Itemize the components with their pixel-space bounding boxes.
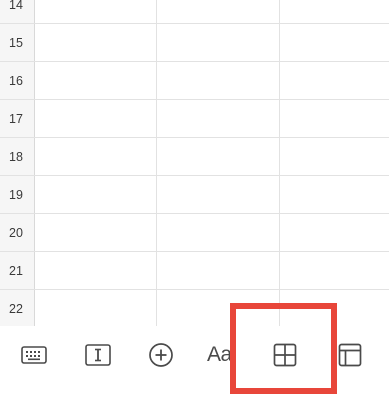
bottom-toolbar: Aa: [0, 326, 389, 407]
table-button[interactable]: [267, 338, 303, 372]
table-row[interactable]: 21: [0, 252, 389, 290]
text-input-button[interactable]: [80, 338, 116, 372]
table-row[interactable]: 19: [0, 176, 389, 214]
table-row[interactable]: 20: [0, 214, 389, 252]
table-row[interactable]: 17: [0, 100, 389, 138]
row-number: 18: [9, 149, 23, 164]
text-cursor-icon: [85, 344, 111, 366]
row-number: 17: [9, 111, 23, 126]
add-circle-icon: [149, 343, 173, 367]
keyboard-button[interactable]: [16, 338, 52, 372]
row-number: 14: [9, 0, 23, 12]
spreadsheet-grid[interactable]: 14 15 16 17 18 19 20 21 22: [0, 0, 389, 326]
keyboard-icon: [21, 346, 47, 364]
table-row[interactable]: 18: [0, 138, 389, 176]
row-number: 21: [9, 263, 23, 278]
insert-button[interactable]: [143, 338, 179, 372]
text-format-button[interactable]: Aa: [207, 338, 239, 372]
table-row[interactable]: 14: [0, 0, 389, 24]
table-row[interactable]: 15: [0, 24, 389, 62]
row-number: 19: [9, 187, 23, 202]
table-row[interactable]: 16: [0, 62, 389, 100]
row-number: 20: [9, 225, 23, 240]
table-layout-icon: [338, 343, 362, 367]
row-number: 16: [9, 73, 23, 88]
table-grid-icon: [273, 343, 297, 367]
row-number: 15: [9, 35, 23, 50]
table-row[interactable]: 22: [0, 290, 389, 326]
text-format-icon: Aa: [207, 343, 232, 366]
table-layout-button[interactable]: [332, 338, 368, 372]
row-number: 22: [9, 301, 23, 316]
